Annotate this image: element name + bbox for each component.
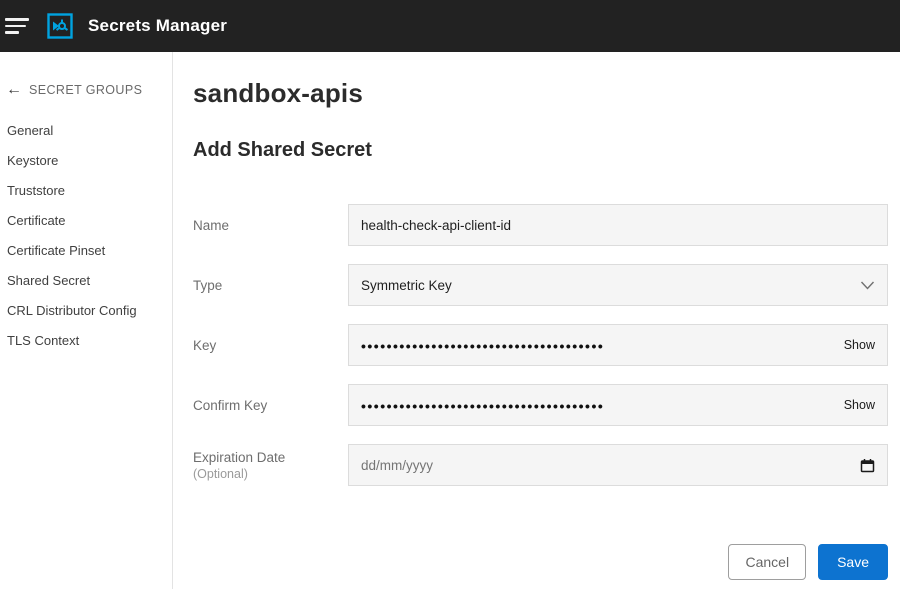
sidebar: ← SECRET GROUPS General Keystore Trustst… <box>0 52 173 589</box>
sidebar-item-certificate[interactable]: Certificate <box>6 206 166 236</box>
sidebar-item-shared-secret[interactable]: Shared Secret <box>6 266 166 296</box>
chevron-down-icon <box>860 281 875 290</box>
key-masked-value: •••••••••••••••••••••••••••••••••••••• <box>361 338 604 354</box>
expiration-date-label-text: Expiration Date <box>193 450 348 465</box>
app-header: Secrets Manager <box>0 0 900 52</box>
back-label: SECRET GROUPS <box>29 83 142 97</box>
section-title: Add Shared Secret <box>193 139 888 162</box>
confirm-key-label: Confirm Key <box>193 398 348 413</box>
key-label: Key <box>193 338 348 353</box>
type-select[interactable]: Symmetric Key <box>348 264 888 306</box>
key-row: Key ••••••••••••••••••••••••••••••••••••… <box>193 324 888 366</box>
cancel-button[interactable]: Cancel <box>728 544 806 580</box>
type-row: Type Symmetric Key <box>193 264 888 306</box>
expiration-date-input[interactable]: dd/mm/yyyy <box>348 444 888 486</box>
name-row: Name health-check-api-client-id <box>193 204 888 246</box>
date-placeholder: dd/mm/yyyy <box>361 458 433 473</box>
expiration-date-optional-label: (Optional) <box>193 467 348 481</box>
arrow-left-icon: ← <box>6 82 22 98</box>
back-to-secret-groups[interactable]: ← SECRET GROUPS <box>6 82 166 98</box>
secrets-manager-vault-logo-icon[interactable] <box>44 10 76 42</box>
confirm-key-show-button[interactable]: Show <box>844 398 875 412</box>
sidebar-item-crl-distributor-config[interactable]: CRL Distributor Config <box>6 296 166 326</box>
save-button[interactable]: Save <box>818 544 888 580</box>
confirm-key-masked-value: •••••••••••••••••••••••••••••••••••••• <box>361 398 604 414</box>
type-value: Symmetric Key <box>361 278 452 293</box>
name-label: Name <box>193 218 348 233</box>
confirm-key-input[interactable]: •••••••••••••••••••••••••••••••••••••• S… <box>348 384 888 426</box>
form-actions: Cancel Save <box>193 544 888 580</box>
sidebar-item-truststore[interactable]: Truststore <box>6 176 166 206</box>
add-shared-secret-form: Name health-check-api-client-id Type Sym… <box>193 204 888 580</box>
app-title: Secrets Manager <box>88 16 227 36</box>
confirm-key-row: Confirm Key ••••••••••••••••••••••••••••… <box>193 384 888 426</box>
calendar-icon[interactable] <box>860 458 875 473</box>
hamburger-menu-icon[interactable] <box>5 9 39 43</box>
name-input[interactable]: health-check-api-client-id <box>348 204 888 246</box>
main-content: sandbox-apis Add Shared Secret Name heal… <box>173 52 900 589</box>
sidebar-item-keystore[interactable]: Keystore <box>6 146 166 176</box>
expiration-date-row: Expiration Date (Optional) dd/mm/yyyy <box>193 444 888 486</box>
type-label: Type <box>193 278 348 293</box>
expiration-date-label: Expiration Date (Optional) <box>193 450 348 481</box>
key-show-button[interactable]: Show <box>844 338 875 352</box>
sidebar-item-tls-context[interactable]: TLS Context <box>6 326 166 356</box>
page-title: sandbox-apis <box>193 78 888 109</box>
sidebar-item-general[interactable]: General <box>6 116 166 146</box>
key-input[interactable]: •••••••••••••••••••••••••••••••••••••• S… <box>348 324 888 366</box>
name-value: health-check-api-client-id <box>361 218 511 233</box>
sidebar-item-certificate-pinset[interactable]: Certificate Pinset <box>6 236 166 266</box>
